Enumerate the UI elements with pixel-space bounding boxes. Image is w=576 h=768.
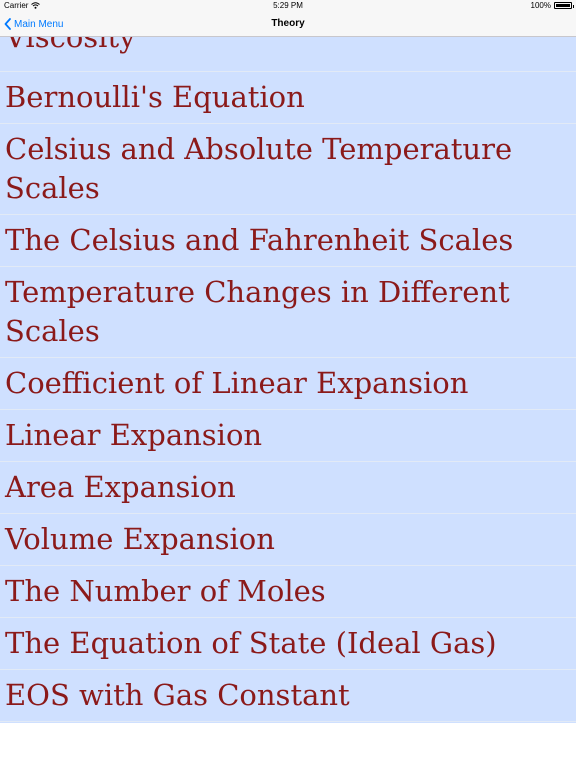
theory-list[interactable]: Viscosity Bernoulli's Equation Celsius an… [0, 37, 576, 723]
list-item[interactable]: Volume Expansion [0, 514, 576, 566]
list-item[interactable]: Linear Expansion [0, 410, 576, 462]
theory-list-content: Viscosity Bernoulli's Equation Celsius an… [0, 37, 576, 723]
battery-icon [554, 2, 574, 9]
list-item[interactable]: The Equation of State (Ideal Gas) [0, 618, 576, 670]
battery-percent: 100% [530, 1, 551, 10]
battery-indicator: 100% [530, 1, 574, 10]
list-item[interactable]: Temperature Changes in Different Scales [0, 267, 576, 358]
list-item[interactable]: The Number of Moles [0, 566, 576, 618]
list-item[interactable]: Celsius and Absolute Temperature Scales [0, 124, 576, 215]
page-title: Theory [271, 18, 305, 29]
status-bar: Carrier 5:29 PM 100% [0, 0, 576, 12]
empty-footer-area [0, 723, 576, 768]
list-item-partial[interactable]: Viscosity [0, 37, 576, 72]
navigation-bar: Main Menu Theory [0, 12, 576, 37]
list-item[interactable]: The Celsius and Fahrenheit Scales [0, 215, 576, 267]
list-item[interactable]: Coefficient of Linear Expansion [0, 358, 576, 410]
list-item[interactable]: Bernoulli's Equation [0, 72, 576, 124]
list-item[interactable]: EOS with Gas Constant [0, 670, 576, 722]
list-item[interactable]: Area Expansion [0, 462, 576, 514]
status-time: 5:29 PM [273, 1, 303, 10]
